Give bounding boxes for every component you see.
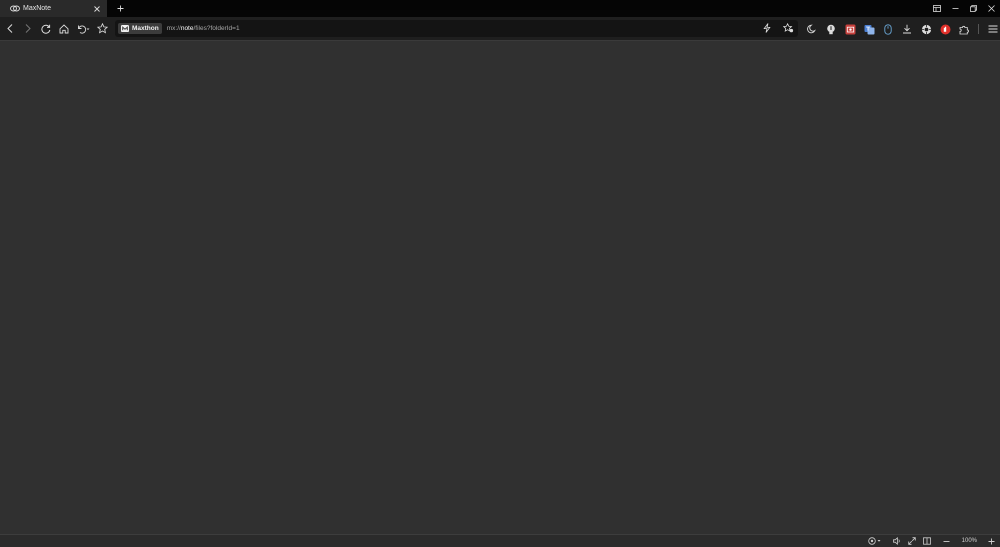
zoom-in-button[interactable] (988, 535, 995, 547)
translate-icon (864, 24, 874, 34)
tab-close-icon[interactable] (93, 0, 101, 17)
download-icon (903, 24, 911, 34)
address-bar-actions (763, 20, 794, 37)
mouse-icon (884, 23, 892, 35)
back-arrow-icon (7, 24, 13, 33)
url-scheme: mx:// (166, 25, 181, 32)
maxnote-icon (10, 4, 20, 14)
vpn-extension[interactable] (917, 20, 935, 38)
close-icon (987, 5, 995, 12)
plus-icon (988, 538, 995, 544)
split-screen-button[interactable] (922, 535, 931, 547)
undo-icon (78, 25, 90, 34)
flash-icon[interactable] (763, 20, 771, 38)
url-text[interactable]: mx://note/files?folderId=1 (167, 25, 240, 32)
adblock-extension[interactable] (936, 20, 954, 38)
adblock-icon (940, 24, 950, 34)
expand-icon (907, 537, 916, 545)
back-button[interactable] (1, 20, 19, 38)
gear-dropdown-icon (867, 537, 881, 545)
fullscreen-button[interactable] (907, 535, 916, 547)
settings-cog-icon (921, 24, 931, 34)
minus-icon (943, 540, 950, 542)
new-tab-button[interactable] (109, 0, 131, 17)
favorites-settings-icon[interactable] (782, 20, 794, 38)
toolbar-separator (978, 24, 979, 34)
speaker-icon (892, 537, 900, 545)
home-icon (59, 23, 69, 33)
hamburger-menu-icon (988, 25, 998, 33)
lightbulb-extension[interactable] (822, 20, 840, 38)
downloads-button[interactable] (898, 20, 916, 38)
site-badge-label: Maxthon (132, 25, 159, 32)
mouse-gesture-extension[interactable] (879, 20, 897, 38)
forward-arrow-icon (25, 24, 31, 33)
zoom-value: 100% (961, 538, 977, 544)
tab-maxnote[interactable]: MaxNote (0, 0, 107, 17)
mute-button[interactable] (892, 535, 901, 547)
moon-icon (807, 24, 816, 34)
forward-button[interactable] (19, 20, 37, 38)
zoom-out-button[interactable] (943, 535, 950, 547)
reload-icon (41, 24, 51, 34)
tab-bar: MaxNote (0, 0, 1000, 17)
extensions-toolbar (803, 20, 1000, 38)
lightbulb-icon (827, 24, 835, 34)
dark-mode-button[interactable] (803, 20, 821, 38)
page-tools-button[interactable] (867, 535, 881, 547)
close-window-button[interactable] (982, 0, 1000, 17)
url-path: /files?folderId=1 (193, 25, 240, 32)
star-icon (96, 23, 108, 34)
plus-icon (117, 5, 123, 12)
screenshot-extension[interactable] (841, 20, 859, 38)
main-menu-button[interactable] (984, 20, 1000, 38)
screenshot-icon (845, 24, 855, 34)
nav-buttons (0, 20, 111, 38)
extensions-button[interactable] (955, 20, 973, 38)
address-bar[interactable]: Maxthon mx://note/files?folderId=1 (115, 20, 798, 37)
minimize-icon (952, 8, 958, 9)
status-bar: 100% (0, 534, 1000, 547)
restore-icon (969, 5, 977, 12)
home-button[interactable] (55, 20, 73, 38)
minimize-button[interactable] (946, 0, 964, 17)
page-content (0, 42, 1000, 534)
browser-window: MaxNote Maxthon mx://note/files?folderId… (0, 0, 1000, 547)
bookmark-button[interactable] (93, 20, 111, 38)
tab-title: MaxNote (23, 5, 52, 12)
puzzle-icon (959, 25, 969, 34)
restore-button[interactable] (964, 0, 982, 17)
translate-extension[interactable] (860, 20, 878, 38)
reload-button[interactable] (37, 20, 55, 38)
zoom-level[interactable]: 100% (962, 535, 977, 547)
sidebar-layout-button[interactable] (928, 0, 946, 17)
layout-icon (933, 5, 941, 12)
undo-close-tab-button[interactable] (73, 20, 93, 38)
navigation-toolbar: Maxthon mx://note/files?folderId=1 (0, 17, 1000, 41)
url-host: note (180, 25, 194, 32)
window-controls (928, 0, 1000, 17)
split-view-icon (922, 537, 931, 545)
maxthon-logo-icon (121, 25, 129, 32)
site-identity-badge[interactable]: Maxthon (118, 23, 162, 34)
